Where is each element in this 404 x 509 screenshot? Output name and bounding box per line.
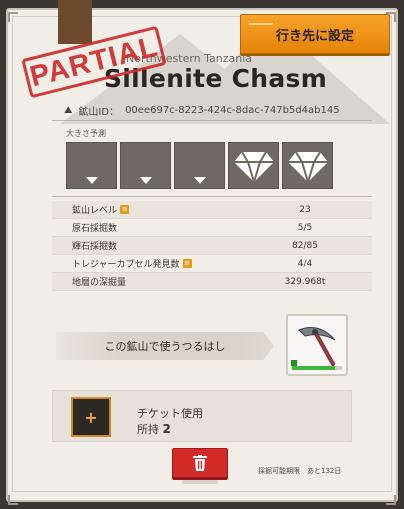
dig-deadline: 採掘可能期限 あと132日: [258, 467, 342, 475]
gem-icon: [139, 177, 152, 184]
ticket-owned-count: 2: [162, 422, 171, 436]
pickaxe-card[interactable]: [286, 314, 348, 376]
stat-value: 4/4: [297, 258, 313, 269]
delete-button-base: [182, 478, 218, 484]
frame-corner: [8, 495, 18, 505]
frame-corner: [386, 495, 396, 505]
info-icon[interactable]: ≡: [182, 259, 192, 268]
stat-value: 5/5: [297, 222, 313, 233]
ticket-owned-label: 所持: [137, 423, 159, 436]
gem-icon: [233, 150, 274, 182]
stat-row-treasure-capsules: トレジャーカプセル発見数 ≡ 4/4: [52, 255, 372, 273]
size-slot: [66, 142, 117, 189]
stat-label-text: 鉱山レベル: [72, 206, 118, 216]
set-destination-label: 行き先に設定: [275, 28, 354, 44]
size-slot: [120, 142, 171, 189]
stat-row-strata-depth: 地層の深掘量 329.968t: [52, 273, 372, 291]
stat-label: 鉱山レベル ≡: [52, 203, 252, 216]
stat-label-text: 輝石採掘数: [72, 242, 118, 252]
stat-value: 82/85: [292, 240, 318, 251]
trash-icon: [193, 455, 207, 471]
stat-row-mine-level: 鉱山レベル ≡ 23: [52, 201, 372, 219]
mine-id-value: 00ee697c-8223-424c-8dac-747b5d4ab145: [125, 105, 340, 116]
stat-label-text: 地層の深掘量: [72, 278, 127, 288]
set-destination-button[interactable]: 行き先に設定: [240, 14, 390, 54]
pickaxe-icon: [298, 327, 336, 366]
pickaxe-banner-label: この鉱山で使うつるはし: [104, 340, 226, 353]
pickaxe-durability-bar: [292, 366, 342, 370]
stat-label: トレジャーカプセル発見数 ≡: [52, 257, 252, 270]
button-notch: [249, 23, 273, 25]
mine-id-label: 鉱山ID：: [78, 107, 120, 118]
ticket-title: チケット使用: [137, 407, 203, 420]
gem-icon: [287, 150, 328, 182]
stat-label: 原石採掘数: [52, 221, 252, 234]
divider: [52, 120, 372, 121]
size-slot: [282, 142, 333, 189]
mine-stats-table: 鉱山レベル ≡ 23 原石採掘数 5/5 輝石採掘数 82/85 トレジャーカプ…: [52, 201, 372, 291]
delete-mine-button[interactable]: [172, 448, 228, 478]
plus-icon: +: [84, 407, 98, 427]
gem-icon: [193, 177, 206, 184]
gem-icon: [85, 177, 98, 184]
stat-label: 地層の深掘量: [52, 275, 252, 288]
frame-corner: [8, 12, 18, 22]
stat-label-text: 原石採掘数: [72, 224, 118, 234]
add-ticket-button[interactable]: +: [71, 397, 111, 437]
info-icon[interactable]: ≡: [120, 205, 130, 214]
stat-value: 329.968t: [284, 276, 326, 287]
pickaxe-banner: この鉱山で使うつるはし: [56, 332, 274, 360]
size-estimate-label: 大きさ予測: [66, 129, 106, 138]
size-slot: [174, 142, 225, 189]
stat-label: 輝石採掘数: [52, 239, 252, 252]
ticket-panel: + チケット使用 所持 2: [52, 390, 352, 442]
mine-id-row: ⛰ 鉱山ID： 00ee697c-8223-424c-8dac-747b5d4a…: [64, 103, 340, 118]
size-estimate-slots: [66, 142, 333, 189]
stat-value: 23: [299, 204, 311, 215]
stat-label-text: トレジャーカプセル発見数: [72, 260, 180, 270]
mine-icon: ⛰: [64, 105, 73, 116]
size-slot: [228, 142, 279, 189]
stat-row-gem-count: 輝石採掘数 82/85: [52, 237, 372, 255]
ticket-owned: 所持 2: [137, 421, 171, 437]
stat-row-ore-count: 原石採掘数 5/5: [52, 219, 372, 237]
divider: [52, 196, 372, 197]
pickaxe-durability-fill: [292, 366, 335, 370]
